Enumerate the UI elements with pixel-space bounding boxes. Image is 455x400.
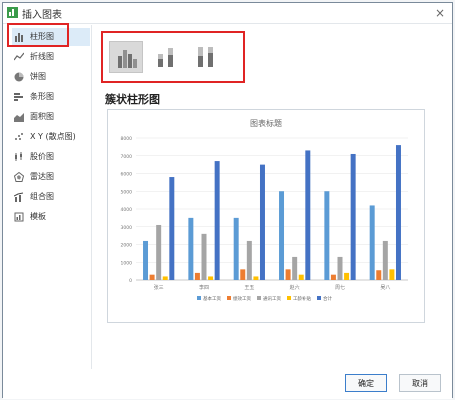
nav-item-label: 股价图 [30, 152, 54, 161]
radar-chart-icon [14, 172, 24, 182]
stock-chart-icon [15, 152, 22, 161]
highlight-box-subtypes [101, 31, 245, 83]
nav-item-label: 雷达图 [30, 172, 54, 181]
bar-0-3 [279, 191, 285, 280]
chart-app-icon [7, 7, 18, 18]
chart-options-pane: 簇状柱形图 图表标题 0 1000 2000 3000 4000 5000 6000 7000 8… [95, 25, 450, 369]
nav-item-stock[interactable]: 股价图 [12, 148, 90, 166]
bar-2-5 [382, 240, 388, 280]
x-tick-label: 王五 [244, 285, 254, 291]
chart-preview-svg: 图表标题 0 1000 2000 3000 4000 5000 6000 7000 8000 张三 李… [121, 118, 408, 302]
bar-2-4 [337, 256, 343, 280]
bar-1-3 [285, 269, 291, 280]
area-chart-icon [14, 113, 24, 122]
bar-2-1 [201, 233, 207, 280]
y-tick-label: 5000 [121, 189, 133, 195]
bar-4-5 [395, 145, 401, 280]
cancel-button[interactable]: 取消 [399, 374, 441, 392]
bar-4-0 [169, 177, 175, 280]
bar-1-0 [149, 274, 155, 280]
bar-0-2 [233, 217, 239, 280]
bar-4-4 [350, 153, 356, 280]
legend-label: 基本工资 [203, 295, 221, 302]
bar-2-3 [292, 256, 298, 280]
bar-0-0 [143, 240, 149, 280]
bar-1-5 [376, 270, 382, 280]
bar-2-2 [246, 240, 252, 280]
bar-0-4 [324, 191, 330, 280]
legend-label: 工龄补贴 [293, 295, 311, 302]
y-tick-label: 4000 [121, 207, 133, 213]
bar-1-4 [330, 274, 336, 280]
nav-item-template[interactable]: 模板 [12, 208, 90, 226]
highlight-box-chart-type [7, 23, 69, 47]
insert-chart-dialog: 插入图表 × 柱形图 折线图 饼图 条形图 面积图 X Y (散点图) 股价图 … [2, 2, 453, 399]
legend-swatch-2 [257, 296, 261, 300]
bar-3-0 [162, 276, 168, 280]
dialog-title: 插入图表 [22, 10, 62, 21]
bar-2-0 [156, 224, 162, 280]
bar-3-2 [253, 276, 259, 280]
line-chart-icon [14, 52, 24, 61]
legend-label: 绩效工资 [233, 295, 251, 302]
bar-3-4 [344, 272, 350, 280]
nav-item-scatter[interactable]: X Y (散点图) [12, 128, 90, 146]
bar-3-5 [389, 269, 395, 280]
nav-item-line[interactable]: 折线图 [12, 48, 90, 66]
nav-item-label: 饼图 [30, 72, 46, 81]
legend-swatch-4 [317, 296, 321, 300]
nav-item-radar[interactable]: 雷达图 [12, 168, 90, 186]
x-tick-label: 赵六 [290, 284, 300, 291]
nav-item-label: 面积图 [30, 112, 54, 121]
nav-item-combo[interactable]: 组合图 [12, 188, 90, 206]
template-icon [14, 212, 24, 222]
y-tick-label: 0 [129, 278, 132, 284]
chart-subtype-title: 簇状柱形图 [105, 93, 160, 106]
x-tick-label: 张三 [154, 284, 164, 291]
y-tick-label: 1000 [121, 260, 133, 266]
y-tick-label: 3000 [121, 225, 133, 231]
legend-swatch-0 [197, 296, 201, 300]
nav-item-bar[interactable]: 条形图 [12, 88, 90, 106]
bar-3-3 [298, 274, 304, 280]
nav-item-area[interactable]: 面积图 [12, 108, 90, 126]
dialog-titlebar: 插入图表 × [3, 3, 452, 24]
x-tick-label: 李四 [199, 284, 209, 291]
nav-item-label: 组合图 [30, 192, 54, 201]
chart-title: 图表标题 [250, 118, 282, 128]
chart-preview: 图表标题 0 1000 2000 3000 4000 5000 6000 7000 8000 张三 李… [107, 109, 425, 323]
combo-chart-icon [14, 192, 24, 202]
scatter-chart-icon [15, 133, 23, 140]
nav-item-label: 模板 [30, 212, 46, 221]
y-tick-label: 7000 [121, 154, 133, 160]
bar-4-1 [214, 161, 220, 280]
bar-1-1 [194, 272, 200, 280]
ok-button[interactable]: 确定 [345, 374, 387, 392]
legend-label: 合计 [323, 295, 332, 302]
nav-item-label: 条形图 [30, 92, 54, 101]
bar-0-1 [188, 217, 194, 280]
dialog-button-bar: 确定 取消 [3, 369, 452, 399]
bar-chart-icon [14, 93, 23, 101]
bar-4-2 [259, 164, 265, 280]
x-tick-label: 周七 [335, 284, 345, 291]
nav-item-pie[interactable]: 饼图 [12, 68, 90, 86]
chart-type-list: 柱形图 折线图 饼图 条形图 面积图 X Y (散点图) 股价图 雷达图 组合图… [6, 25, 92, 369]
legend-swatch-1 [227, 296, 231, 300]
legend-label: 通讯工资 [263, 295, 281, 302]
pie-chart-icon [14, 72, 24, 82]
bar-0-5 [369, 205, 375, 280]
close-button[interactable]: × [432, 5, 448, 21]
bar-3-1 [208, 276, 214, 280]
nav-item-label: X Y (散点图) [30, 132, 76, 141]
x-tick-label: 吴八 [380, 285, 390, 291]
y-tick-label: 6000 [121, 172, 133, 178]
y-tick-label: 8000 [121, 136, 133, 142]
legend-swatch-3 [287, 296, 291, 300]
y-tick-label: 2000 [121, 243, 133, 249]
nav-item-label: 折线图 [30, 52, 54, 61]
bar-1-2 [240, 269, 246, 280]
bar-4-3 [305, 150, 311, 280]
